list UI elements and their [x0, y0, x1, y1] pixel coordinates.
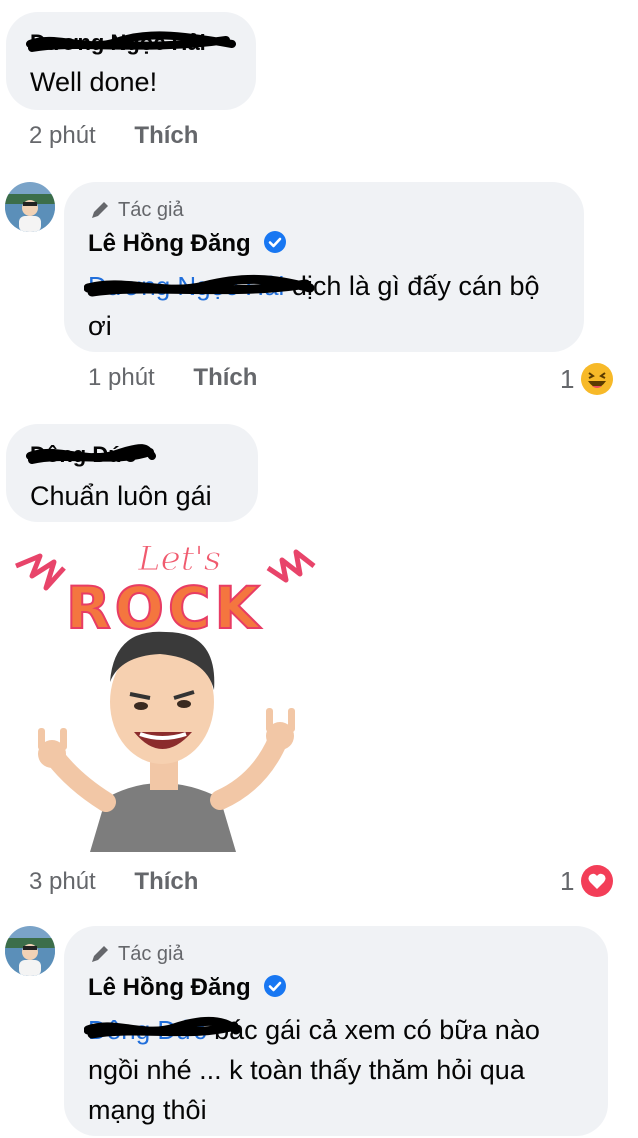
comment-time: 3 phút	[29, 868, 96, 895]
comment-meta-1: 2 phút Thích	[29, 122, 198, 150]
like-button[interactable]: Thích	[134, 868, 198, 895]
author-name: Lê Hồng Đăng	[88, 974, 251, 1001]
verified-badge-icon	[264, 231, 287, 253]
avatar[interactable]	[5, 926, 55, 976]
comment-meta-3: 3 phút Thích	[29, 868, 198, 896]
avatar-photo	[5, 182, 55, 232]
author-tag: Tác giả	[88, 198, 184, 222]
haha-icon	[581, 363, 614, 395]
reaction-summary[interactable]: 1	[560, 362, 614, 396]
sticker[interactable]: Let's ROCK	[10, 532, 320, 852]
comment-time: 1 phút	[88, 364, 155, 391]
reaction-summary[interactable]: 1	[560, 864, 614, 898]
avatar-photo	[5, 926, 55, 976]
author-tag-label: Tác giả	[118, 198, 184, 221]
like-button[interactable]: Thích	[134, 122, 198, 149]
comment-author-4[interactable]: Lê Hồng Đăng	[88, 974, 287, 1002]
author-tag-label: Tác giả	[118, 942, 184, 965]
redaction-scribble	[84, 274, 314, 297]
pencil-icon	[92, 946, 108, 962]
author-name: Lê Hồng Đăng	[88, 230, 251, 257]
reaction-count: 1	[560, 865, 575, 896]
love-icon	[581, 865, 614, 897]
comment-author-2[interactable]: Lê Hồng Đăng	[88, 230, 287, 258]
avatar[interactable]	[5, 182, 55, 232]
comment-text-3: Chuẩn luôn gái	[30, 481, 212, 511]
pencil-icon	[92, 202, 108, 218]
redaction-scribble	[84, 1016, 240, 1039]
author-tag: Tác giả	[88, 942, 184, 966]
sticker-text-small: Let's	[137, 539, 221, 579]
reaction-count: 1	[560, 363, 575, 394]
comment-meta-2: 1 phút Thích	[88, 364, 257, 392]
verified-badge-icon	[264, 975, 287, 997]
comment-time: 2 phút	[29, 122, 96, 149]
sticker-text-large: ROCK	[66, 574, 263, 642]
comment-text-1: Well done!	[30, 67, 158, 97]
redaction-scribble	[26, 444, 156, 464]
redaction-scribble	[26, 31, 236, 52]
like-button[interactable]: Thích	[193, 364, 257, 391]
